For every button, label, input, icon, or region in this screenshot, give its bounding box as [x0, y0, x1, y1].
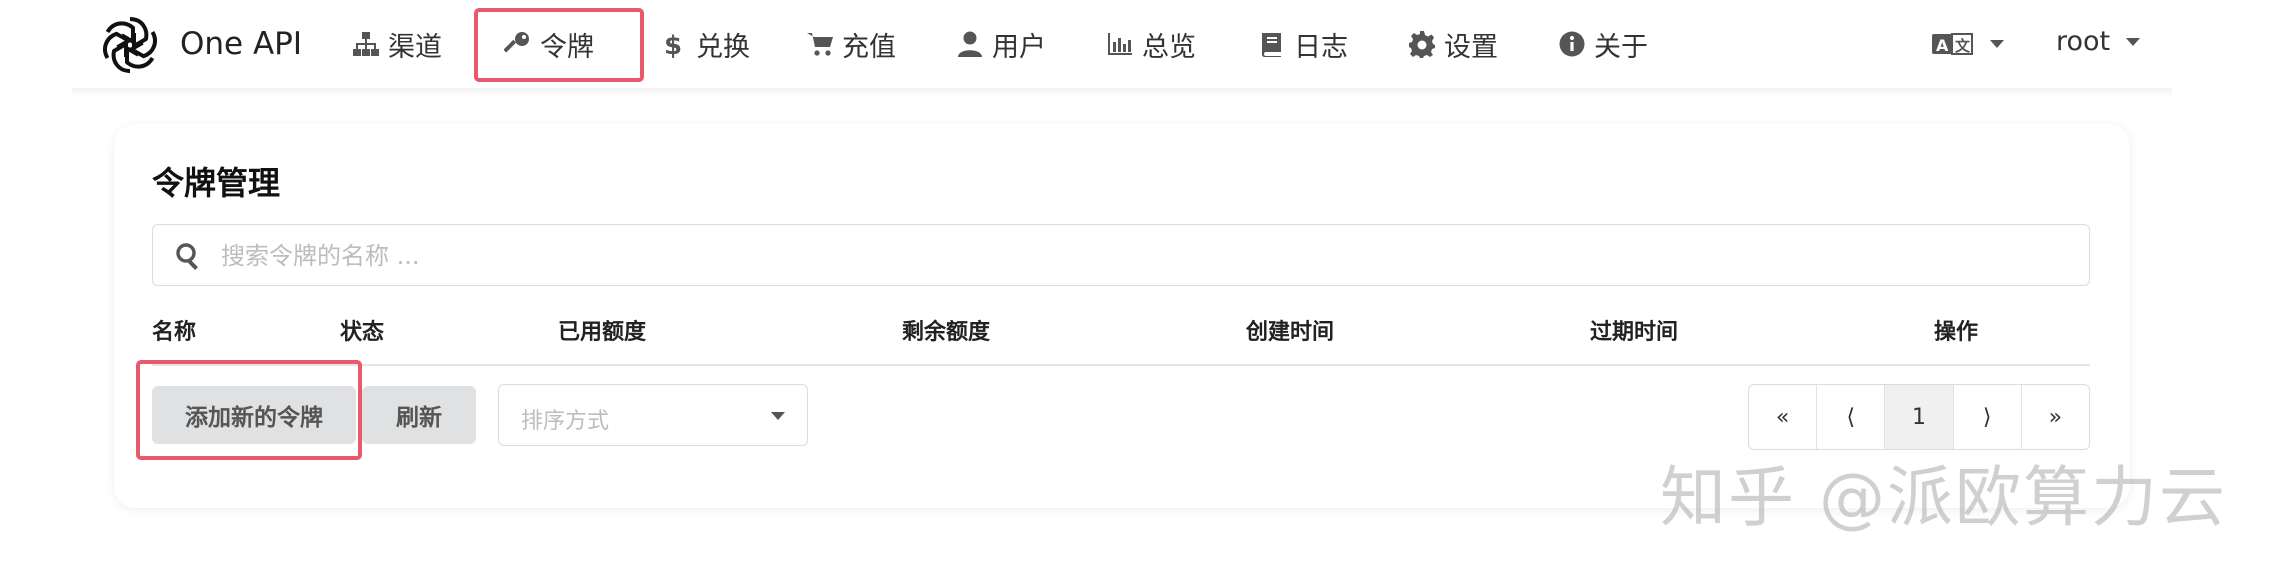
sitemap-icon: [353, 32, 379, 56]
svg-text:$: $: [664, 31, 682, 58]
search-box[interactable]: [152, 224, 2090, 286]
table-header-divider: [152, 364, 2090, 366]
nav-label: 关于: [1594, 31, 1648, 63]
nav-label: 充值: [842, 31, 896, 63]
nav-item-redeem[interactable]: $ 兑换: [660, 22, 750, 66]
top-navbar: One API 渠道 令牌 $ 兑换 充值 用户 总览 日志 设置 关于 A 文…: [0, 0, 2278, 90]
nav-item-dashboard[interactable]: 总览: [1106, 22, 1196, 66]
refresh-button[interactable]: 刷新: [362, 386, 476, 444]
column-header-used-quota[interactable]: 已用额度: [558, 314, 646, 346]
next-page-button[interactable]: ⟩: [1954, 385, 2022, 449]
pagination: « ⟨ 1 ⟩ »: [1748, 384, 2090, 450]
nav-item-settings[interactable]: 设置: [1408, 22, 1498, 66]
sort-select[interactable]: 排序方式: [498, 384, 808, 446]
page-1-button[interactable]: 1: [1885, 385, 1954, 449]
dollar-icon: $: [664, 31, 682, 58]
column-header-name[interactable]: 名称: [152, 314, 196, 346]
brand-name[interactable]: One API: [180, 26, 302, 62]
nav-item-about[interactable]: 关于: [1558, 22, 1648, 66]
nav-item-topup[interactable]: 充值: [806, 22, 896, 66]
user-menu[interactable]: root: [2056, 26, 2141, 57]
user-icon: [958, 31, 982, 57]
chevron-down-icon: [1990, 40, 2004, 48]
nav-item-logs[interactable]: 日志: [1258, 22, 1348, 66]
prev-page-button[interactable]: ⟨: [1817, 385, 1886, 449]
navbar-shadow: [72, 88, 2172, 96]
nav-label: 令牌: [540, 31, 594, 63]
svg-text:文: 文: [1955, 37, 1971, 55]
user-name: root: [2056, 26, 2111, 57]
nav-label: 总览: [1142, 31, 1196, 63]
info-icon: [1559, 31, 1585, 57]
svg-text:A: A: [1936, 36, 1949, 55]
nav-label: 兑换: [696, 31, 750, 63]
search-icon: [176, 243, 198, 270]
nav-item-channels[interactable]: 渠道: [352, 22, 442, 66]
column-header-remaining-quota[interactable]: 剩余额度: [902, 314, 990, 346]
key-icon: [504, 32, 529, 53]
add-token-button[interactable]: 添加新的令牌: [152, 386, 356, 444]
nav-label: 日志: [1294, 31, 1348, 63]
nav-label: 渠道: [388, 31, 442, 63]
cart-icon: [807, 33, 833, 56]
column-header-actions: 操作: [1934, 320, 1979, 345]
watermark: 知乎 @派欧算力云: [1660, 459, 2227, 536]
translate-icon: A 文: [1932, 33, 1973, 55]
column-header-expire-time[interactable]: 过期时间: [1590, 314, 1678, 346]
column-header-created-time[interactable]: 创建时间: [1246, 314, 1334, 346]
openai-logo-icon[interactable]: [98, 13, 162, 77]
nav-label: 用户: [992, 31, 1046, 63]
chevron-down-icon: [2126, 37, 2141, 46]
chevron-down-icon: [771, 412, 785, 420]
first-page-button[interactable]: «: [1749, 385, 1818, 449]
search-input[interactable]: [219, 235, 2023, 277]
sort-placeholder: 排序方式: [521, 409, 610, 434]
language-switcher[interactable]: A 文: [1932, 30, 2004, 58]
book-icon: [1261, 33, 1281, 57]
nav-item-users[interactable]: 用户: [956, 22, 1046, 66]
column-header-status[interactable]: 状态: [340, 314, 384, 346]
last-page-button[interactable]: »: [2022, 385, 2089, 449]
nav-item-tokens[interactable]: 令牌: [504, 22, 594, 66]
bar-chart-icon: [1108, 33, 1132, 55]
page-title: 令牌管理: [152, 164, 281, 202]
gear-icon: [1409, 31, 1435, 58]
nav-label: 设置: [1444, 31, 1498, 63]
